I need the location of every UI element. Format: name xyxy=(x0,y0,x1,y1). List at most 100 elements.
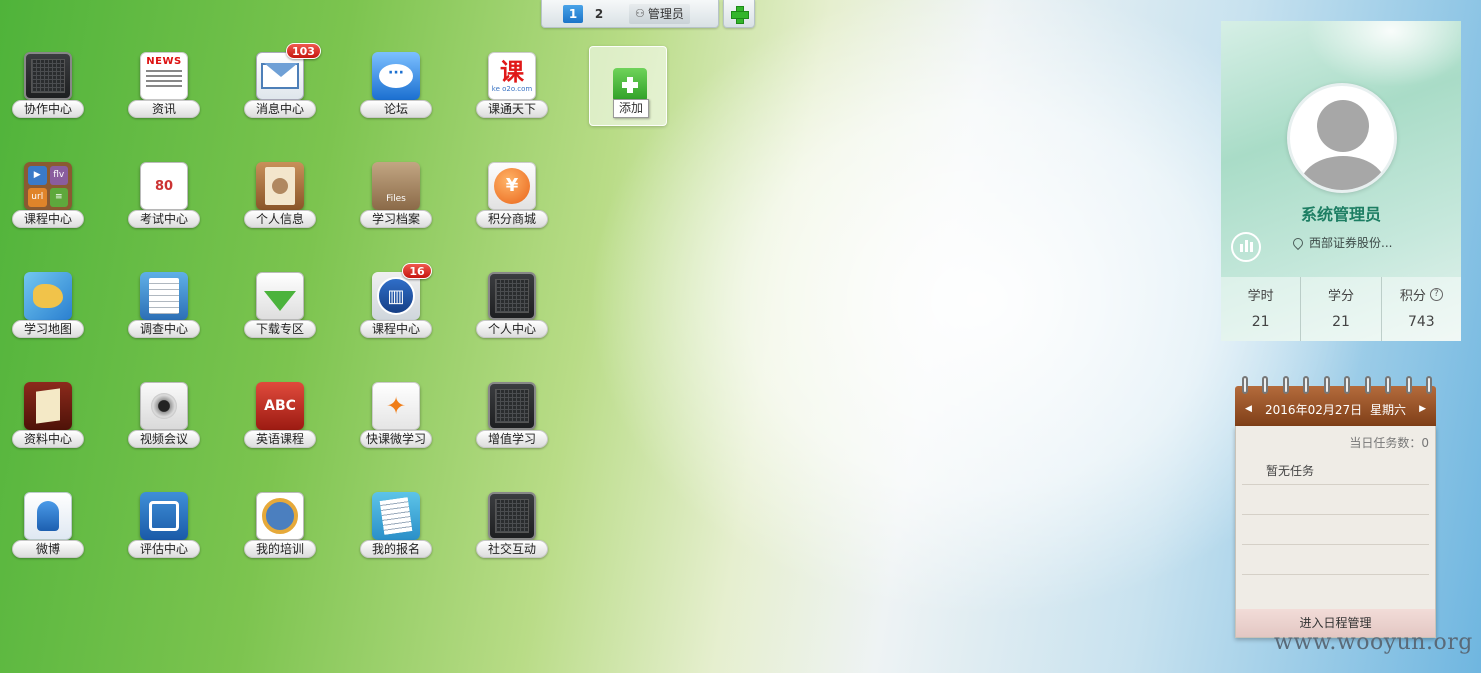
app-label: 评估中心 xyxy=(128,540,200,558)
user-menu-button[interactable]: ⚇ 管理员 xyxy=(629,3,690,24)
training-group-icon xyxy=(256,492,304,540)
app-label: 积分商城 xyxy=(476,210,548,228)
news-icon-text: NEWS xyxy=(146,56,182,67)
app-label: 微博 xyxy=(12,540,84,558)
app-label: 论坛 xyxy=(360,100,432,118)
workspace-tab-1[interactable]: 1 xyxy=(563,4,583,23)
app-download-zone[interactable]: 下载专区 xyxy=(240,272,320,362)
add-app-tile[interactable]: 添加 xyxy=(589,46,667,126)
plus-icon xyxy=(613,68,647,102)
calendar-date: 2016年02月27日 xyxy=(1265,402,1363,417)
profile-name[interactable]: 系统管理员 xyxy=(1221,201,1461,225)
add-label: 添加 xyxy=(613,99,649,118)
ketong-logo-icon: 课 ke o2o.com xyxy=(488,52,536,100)
app-weibo[interactable]: 微博 xyxy=(8,492,88,582)
app-label: 课通天下 xyxy=(476,100,548,118)
task-count: 当日任务数：0 xyxy=(1349,436,1429,450)
stat-credits: 学分 21 xyxy=(1301,277,1382,341)
app-label: 我的培训 xyxy=(244,540,316,558)
app-personal-center[interactable]: 个人中心 xyxy=(472,272,552,362)
user-icon: ⚇ xyxy=(635,7,645,20)
stat-value: 21 xyxy=(1332,314,1350,330)
app-label: 社交互动 xyxy=(476,540,548,558)
social-icon xyxy=(488,492,536,540)
exam-icon: 80 xyxy=(140,162,188,210)
stat-points: 积分 ? 743 xyxy=(1382,277,1461,341)
binder-rings xyxy=(1242,376,1432,396)
stat-value: 743 xyxy=(1407,314,1435,330)
profile-org: 西部证券股份... xyxy=(1290,234,1393,251)
prev-day-button[interactable]: ◀ xyxy=(1245,404,1252,414)
app-label: 学习档案 xyxy=(360,210,432,228)
app-label: 英语课程 xyxy=(244,430,316,448)
app-collab-center[interactable]: 协作中心 xyxy=(8,52,88,142)
personal-center-icon xyxy=(488,272,536,320)
app-label: 考试中心 xyxy=(128,210,200,228)
next-day-button[interactable]: ▶ xyxy=(1419,404,1426,414)
files-icon: Files xyxy=(372,162,420,210)
workspace-tabs: 1 2 ⚇ 管理员 xyxy=(541,0,719,28)
app-value-learning[interactable]: 增值学习 xyxy=(472,382,552,472)
watermark: www.wooyun.org xyxy=(1274,630,1473,655)
stat-study-hours: 学时 21 xyxy=(1221,277,1302,341)
abc-book-icon: ABC xyxy=(256,382,304,430)
calendar-body: 当日任务数：0 暂无任务 进入日程管理 xyxy=(1235,426,1436,638)
app-message-center[interactable]: 103 消息中心 xyxy=(240,43,321,142)
app-label: 课程中心 xyxy=(360,320,432,338)
value-learning-icon xyxy=(488,382,536,430)
app-evaluation-center[interactable]: 评估中心 xyxy=(124,492,204,582)
survey-doc-icon xyxy=(140,272,188,320)
bar-chart-icon[interactable] xyxy=(1231,232,1261,262)
weibo-mic-icon xyxy=(24,492,72,540)
library-book-icon xyxy=(24,382,72,430)
app-label: 协作中心 xyxy=(12,100,84,118)
app-my-training[interactable]: 我的培训 xyxy=(240,492,320,582)
app-my-signup[interactable]: 我的报名 xyxy=(356,492,436,582)
app-learning-map[interactable]: 学习地图 xyxy=(8,272,88,362)
unread-badge: 103 xyxy=(286,43,321,59)
app-learning-archive[interactable]: Files 学习档案 xyxy=(356,162,436,252)
app-label: 个人信息 xyxy=(244,210,316,228)
stat-label: 学时 xyxy=(1247,289,1274,304)
app-resource-center[interactable]: 资料中心 xyxy=(8,382,88,472)
app-label: 增值学习 xyxy=(476,430,548,448)
app-exam-center[interactable]: 80 考试中心 xyxy=(124,162,204,252)
app-label: 资料中心 xyxy=(12,430,84,448)
help-icon[interactable]: ? xyxy=(1429,288,1443,301)
add-workspace-button[interactable] xyxy=(723,0,755,28)
workspace-tab-2[interactable]: 2 xyxy=(589,5,609,23)
app-course-center-2[interactable]: ▥ 16 课程中心 xyxy=(356,263,436,362)
empty-task-text: 暂无任务 xyxy=(1266,464,1315,478)
app-social[interactable]: 社交互动 xyxy=(472,492,552,582)
stat-label: 积分 xyxy=(1399,289,1426,304)
app-course-center[interactable]: ▶ flv url ≡ 课程中心 xyxy=(8,162,88,252)
app-video-conference[interactable]: 视频会议 xyxy=(124,382,204,472)
org-text: 西部证券股份... xyxy=(1309,236,1393,250)
avatar[interactable] xyxy=(1287,83,1397,193)
download-icon xyxy=(256,272,304,320)
app-label: 视频会议 xyxy=(128,430,200,448)
app-label: 资讯 xyxy=(128,100,200,118)
calendar-weekday: 星期六 xyxy=(1369,402,1406,417)
app-news[interactable]: NEWS 资讯 xyxy=(124,52,204,142)
plus-icon xyxy=(731,5,749,24)
app-label: 下载专区 xyxy=(244,320,316,338)
app-english-course[interactable]: ABC 英语课程 xyxy=(240,382,320,472)
chat-bubble-icon: ··· xyxy=(372,52,420,100)
app-label: 课程中心 xyxy=(12,210,84,228)
stat-value: 21 xyxy=(1251,314,1270,330)
app-points-mall[interactable]: ¥ 积分商城 xyxy=(472,162,552,252)
location-pin-icon xyxy=(1290,235,1306,250)
signup-form-icon xyxy=(372,492,420,540)
app-label: 个人中心 xyxy=(476,320,548,338)
unread-badge: 16 xyxy=(402,263,432,279)
app-micro-learning[interactable]: ✦ 快课微学习 xyxy=(356,382,436,472)
app-ketong[interactable]: 课 ke o2o.com 课通天下 xyxy=(472,52,552,142)
app-label: 快课微学习 xyxy=(360,430,432,448)
collab-icon xyxy=(24,52,72,100)
app-label: 学习地图 xyxy=(12,320,84,338)
profile-card: 系统管理员 西部证券股份... 学时 21 学分 21 积分 ? 743 xyxy=(1221,21,1461,341)
app-survey-center[interactable]: 调查中心 xyxy=(124,272,204,362)
app-personal-info[interactable]: 个人信息 xyxy=(240,162,320,252)
app-forum[interactable]: ··· 论坛 xyxy=(356,52,436,142)
